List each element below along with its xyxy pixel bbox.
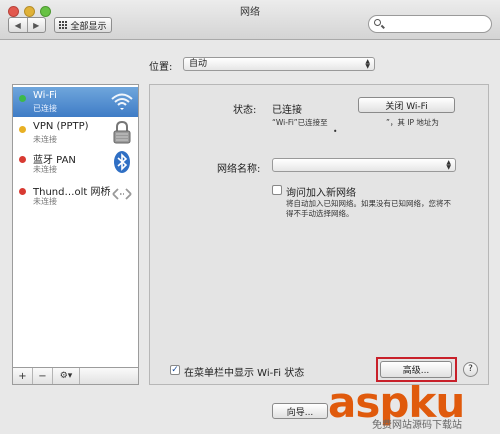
- status-value: 已连接: [272, 105, 302, 116]
- search-icon: [374, 19, 381, 26]
- sidebar-item-wifi[interactable]: Wi-Fi 已连接: [13, 87, 138, 117]
- detail-panel: [149, 84, 489, 385]
- status-dot: [19, 95, 26, 102]
- ask-join-label: 询问加入新网络: [286, 188, 356, 199]
- bridge-icon: [112, 188, 132, 200]
- bluetooth-icon: [114, 151, 130, 173]
- service-status: 未连接: [33, 197, 57, 206]
- show-all-label: 全部显示: [70, 21, 107, 32]
- status-dot: [19, 126, 26, 133]
- sidebar-item-vpn[interactable]: VPN (PPTP) 未连接: [13, 118, 138, 148]
- assist-me-button[interactable]: 向导...: [272, 403, 328, 419]
- search-input[interactable]: [368, 15, 492, 33]
- forward-button[interactable]: ▶: [28, 18, 46, 32]
- turn-off-wifi-button[interactable]: 关闭 Wi-Fi: [358, 97, 455, 113]
- select-arrows-icon: ▲ ▼: [365, 58, 370, 70]
- ask-join-desc-line-2: 得不手动选择网络。: [286, 209, 354, 218]
- watermark-subtitle: 免费网站源码下载站: [372, 420, 462, 431]
- status-detail-bullet: •: [333, 127, 338, 136]
- status-dot: [19, 156, 26, 163]
- location-select[interactable]: 自动 ▲ ▼: [183, 57, 375, 71]
- status-detail-left: “Wi-Fi”已连接至: [272, 118, 328, 127]
- title-bar: 网络 ◀ ▶ 全部显示: [0, 0, 500, 40]
- gear-menu-button[interactable]: ⚙▾: [53, 368, 80, 384]
- network-name-select[interactable]: ▲ ▼: [272, 158, 456, 172]
- sidebar-item-thunderbolt-bridge[interactable]: Thund…olt 网桥 未连接: [13, 180, 138, 210]
- add-service-button[interactable]: +: [13, 368, 33, 384]
- lock-icon: [113, 120, 131, 144]
- service-list: Wi-Fi 已连接 VPN (PPTP) 未连接 蓝牙 PAN 未连接 Thun…: [12, 84, 139, 368]
- network-name-label: 网络名称:: [217, 164, 261, 175]
- ask-join-desc-line-1: 将自动加入已知网络。如果没有已知网络，您将不: [286, 199, 451, 208]
- service-status: 未连接: [33, 165, 57, 174]
- location-value: 自动: [189, 59, 208, 69]
- service-status: 已连接: [33, 104, 57, 113]
- service-name: VPN (PPTP): [33, 121, 89, 132]
- wifi-icon: [111, 93, 133, 110]
- service-list-toolbar: + − ⚙▾: [12, 368, 139, 385]
- ask-join-checkbox[interactable]: [272, 185, 282, 195]
- status-label: 状态:: [233, 105, 257, 116]
- back-forward-control: ◀ ▶: [8, 17, 46, 33]
- location-label: 位置:: [149, 62, 173, 73]
- remove-service-button[interactable]: −: [33, 368, 53, 384]
- help-button[interactable]: ?: [463, 362, 478, 377]
- service-name: Wi-Fi: [33, 90, 57, 101]
- status-dot: [19, 188, 26, 195]
- show-in-menubar-label: 在菜单栏中显示 Wi-Fi 状态: [184, 368, 305, 379]
- status-detail-right: ”，其 IP 地址为: [386, 118, 439, 127]
- back-button[interactable]: ◀: [9, 18, 28, 32]
- grid-icon: [59, 21, 68, 29]
- show-in-menubar-checkbox[interactable]: ✓: [170, 365, 180, 375]
- show-all-button[interactable]: 全部显示: [54, 17, 112, 33]
- service-status: 未连接: [33, 135, 57, 144]
- sidebar-item-bluetooth-pan[interactable]: 蓝牙 PAN 未连接: [13, 148, 138, 178]
- select-arrows-icon: ▲ ▼: [446, 159, 451, 171]
